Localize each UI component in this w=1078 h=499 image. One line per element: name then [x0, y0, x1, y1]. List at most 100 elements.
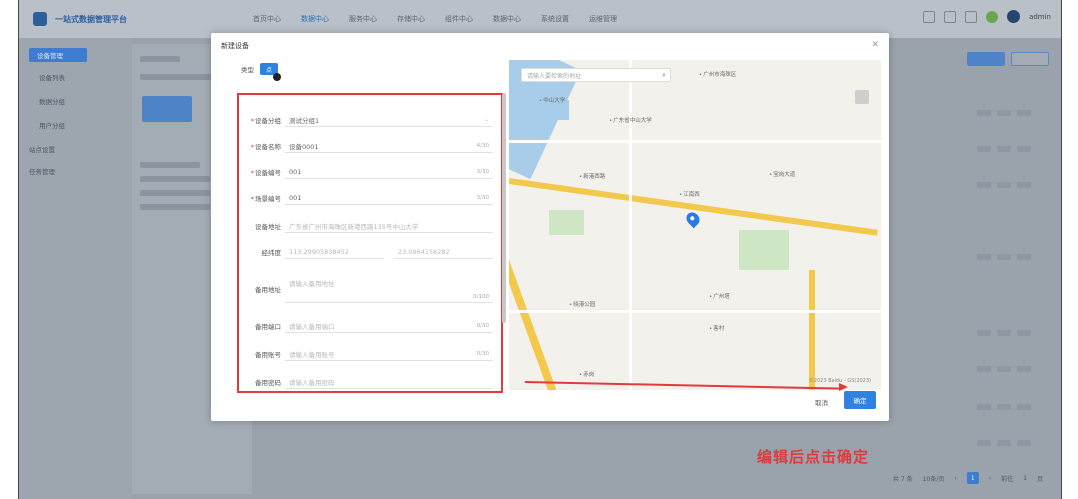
longitude-input[interactable]: 113.29905838452: [285, 245, 384, 259]
sidebar-item-data-group[interactable]: 数据分组: [39, 94, 65, 108]
tree-item[interactable]: [140, 162, 200, 168]
map-poi: 晓港公园: [569, 300, 595, 308]
table-toolbar: [967, 52, 1049, 66]
confirm-button[interactable]: 确定: [844, 391, 876, 409]
nav-item-data-2[interactable]: 数据中心: [493, 14, 521, 24]
pager-size-select[interactable]: 10条/页: [923, 474, 945, 483]
fullscreen-icon[interactable]: [944, 10, 957, 23]
dialog-title: 新建设备: [221, 42, 249, 50]
type-label: 类型: [241, 66, 254, 74]
user-name[interactable]: admin: [1029, 13, 1051, 21]
pager-suffix: 页: [1036, 475, 1043, 483]
nav-item-component[interactable]: 组件中心: [445, 14, 473, 24]
field-label: 备用端口: [255, 323, 281, 331]
form-row-code: *设备编号 001 3/30: [239, 165, 501, 179]
sidebar-item-site-settings[interactable]: 站点设置: [29, 142, 55, 156]
form-scrollbar[interactable]: [502, 93, 506, 323]
row-actions[interactable]: [977, 366, 1047, 374]
logo: 一站式数据管理平台: [33, 12, 213, 26]
road: [509, 310, 881, 313]
prev-page-icon[interactable]: ‹: [954, 475, 956, 482]
map-poi: 赤岗: [579, 370, 594, 378]
sidebar-item-device-list[interactable]: 设备列表: [39, 70, 65, 84]
nav-item-home[interactable]: 首页中心: [253, 14, 281, 24]
device-code-input[interactable]: 001 3/30: [285, 165, 493, 179]
form-row-backup-password: 备用密码 请输入备用密码: [239, 375, 501, 389]
next-page-icon[interactable]: ›: [989, 475, 991, 482]
close-icon[interactable]: ✕: [871, 40, 879, 50]
sidebar-item-user-group[interactable]: 用户分组: [39, 118, 65, 132]
field-label: 备用地址: [255, 286, 281, 294]
field-label: *设备名称: [250, 143, 281, 151]
field-label: *设备编号: [250, 169, 281, 177]
map-poi: 广东省中山大学: [609, 116, 652, 124]
pager-current-page[interactable]: 1: [966, 472, 979, 484]
row-actions[interactable]: [977, 254, 1047, 262]
backup-account-input[interactable]: 请输入备用账号 0/30: [285, 347, 493, 361]
nav-item-ops[interactable]: 运维管理: [589, 14, 617, 24]
top-right-tools: admin: [923, 10, 1051, 23]
pager-total: 共 7 条: [893, 475, 913, 483]
notification-icon[interactable]: [986, 10, 999, 23]
nav-item-data[interactable]: 数据中心: [301, 14, 329, 24]
sidebar-item-task-mgmt[interactable]: 任务管理: [29, 164, 55, 178]
row-actions[interactable]: [977, 182, 1047, 190]
avatar[interactable]: [1007, 10, 1021, 23]
streetview-icon[interactable]: [855, 90, 869, 104]
device-group-select[interactable]: 测试分组1 ⌄: [285, 113, 493, 127]
type-row: 类型 点: [241, 63, 278, 75]
pager-goto-label: 前往: [1001, 475, 1014, 483]
field-label: 备用账号: [255, 351, 281, 359]
language-icon[interactable]: [965, 10, 978, 23]
import-button[interactable]: [1011, 52, 1049, 66]
selected-group[interactable]: [142, 96, 192, 122]
backup-port-input[interactable]: 请输入备用端口 0/30: [285, 319, 493, 333]
app-frame: 一站式数据管理平台 首页中心 数据中心 服务中心 存储中心 组件中心 数据中心 …: [18, 0, 1062, 499]
app-title: 一站式数据管理平台: [55, 14, 127, 24]
sidebar-item-device-mgmt[interactable]: 设备管理: [29, 48, 87, 62]
backup-password-input[interactable]: 请输入备用密码: [285, 375, 493, 389]
row-actions[interactable]: [977, 404, 1047, 412]
row-actions[interactable]: [977, 440, 1047, 448]
map-view[interactable]: 请输入要检索的地址 ⌕ 广州市海珠区 中山大学 广东省中山大学 新港西路 江南西…: [509, 60, 881, 390]
nav-item-storage[interactable]: 存储中心: [397, 14, 425, 24]
road: [509, 140, 881, 143]
home-icon[interactable]: [923, 10, 936, 23]
form-row-backup-port: 备用端口 请输入备用端口 0/30: [239, 319, 501, 333]
location-marker-icon[interactable]: [683, 209, 703, 229]
row-actions[interactable]: [977, 330, 1047, 338]
device-address-input[interactable]: 广东省广州市海珠区新港西路135号中山大学: [285, 219, 493, 233]
pagination: 共 7 条 10条/页 ‹ 1 › 前往 1 页: [893, 472, 1043, 484]
field-label: 备用密码: [255, 379, 281, 387]
backup-address-textarea[interactable]: 请输入备用地址 0/100: [285, 275, 493, 303]
search-icon[interactable]: ⌕: [662, 71, 666, 80]
device-name-input[interactable]: 设备0001 4/30: [285, 139, 493, 153]
nav-item-settings[interactable]: 系统设置: [541, 14, 569, 24]
map-poi: 新港西路: [579, 172, 605, 180]
pager-goto-input[interactable]: 1: [1023, 475, 1027, 482]
form-row-backup-account: 备用账号 请输入备用账号 0/30: [239, 347, 501, 361]
row-actions[interactable]: [977, 110, 1047, 118]
arrow-head-icon: [839, 383, 848, 391]
main-nav: 首页中心 数据中心 服务中心 存储中心 组件中心 数据中心 系统设置 运维管理: [253, 14, 617, 24]
field-label: *设备分组: [250, 117, 281, 125]
map-search-input[interactable]: 请输入要检索的地址 ⌕: [521, 68, 671, 82]
row-actions[interactable]: [977, 146, 1047, 154]
form-row-address: 设备地址 广东省广州市海珠区新港西路135号中山大学: [239, 219, 501, 233]
field-label: 经纬度: [261, 249, 282, 257]
tree-item[interactable]: [140, 190, 210, 196]
annotation-text: 编辑后点击确定: [757, 448, 870, 466]
cancel-button[interactable]: 取消: [815, 395, 828, 409]
latitude-input[interactable]: 23.0964156282: [394, 245, 493, 259]
add-button[interactable]: [967, 52, 1005, 66]
nav-item-service[interactable]: 服务中心: [349, 14, 377, 24]
scene-code-input[interactable]: 001 3/30: [285, 191, 493, 205]
tree-item[interactable]: [140, 204, 210, 210]
tree-item[interactable]: [140, 176, 210, 182]
form-row-group: *设备分组 测试分组1 ⌄: [239, 113, 501, 127]
map-poi: 江南西: [679, 190, 700, 198]
panel-tabs[interactable]: [140, 56, 180, 62]
chevron-down-icon: ⌄: [484, 116, 489, 123]
sidebar: 设备管理 设备列表 数据分组 用户分组 站点设置 任务管理: [19, 38, 131, 499]
cursor-icon: [273, 73, 281, 81]
